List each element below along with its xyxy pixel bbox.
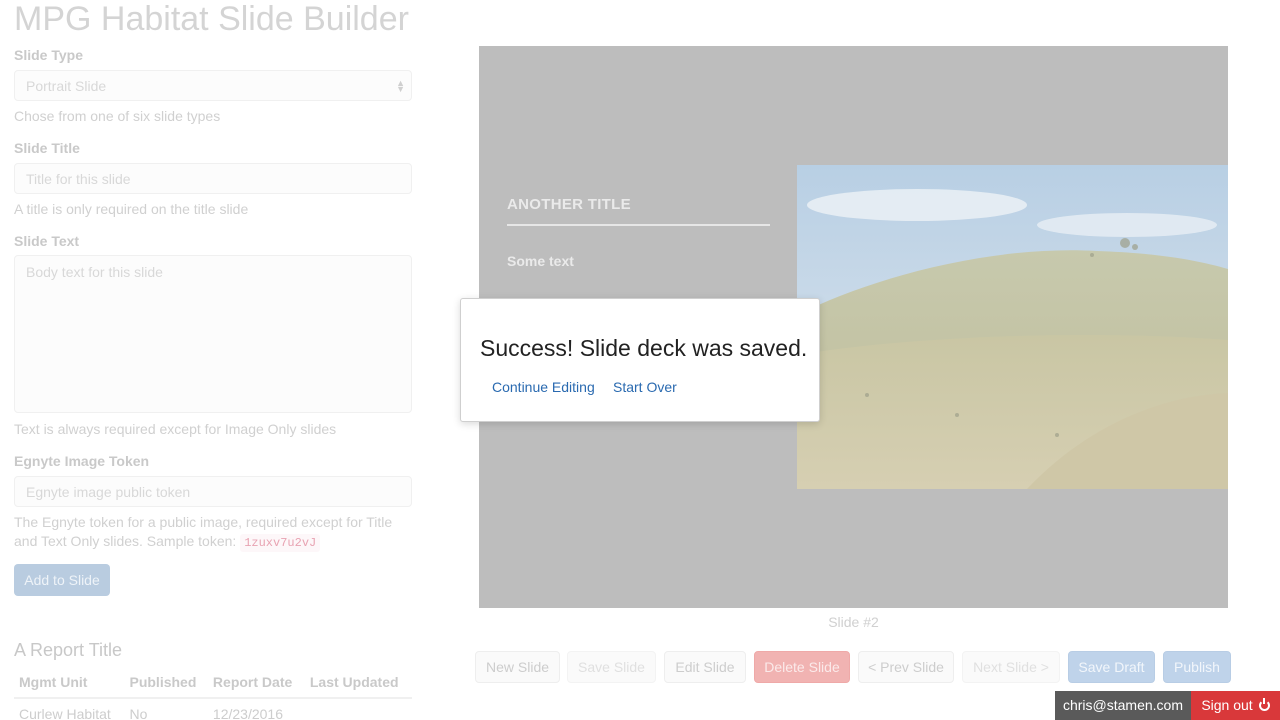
- slide-type-help: Chose from one of six slide types: [14, 108, 221, 124]
- image-token-help-text: The Egnyte token for a public image, req…: [14, 514, 393, 549]
- prev-slide-button[interactable]: < Prev Slide: [858, 651, 954, 683]
- image-token-label: Egnyte Image Token: [14, 453, 150, 469]
- success-message: Success! Slide deck was saved.: [480, 335, 808, 361]
- publish-button[interactable]: Publish: [1163, 651, 1231, 683]
- sign-out-button[interactable]: Sign out: [1191, 691, 1280, 720]
- column-header: Mgmt Unit: [14, 672, 125, 699]
- column-header: Published: [124, 672, 208, 699]
- sample-token: 1zuxv7u2vJ: [240, 534, 321, 552]
- edit-slide-button[interactable]: Edit Slide: [664, 651, 746, 683]
- slide-type-value: Portrait Slide: [26, 78, 107, 94]
- slide-title-help: A title is only required on the title sl…: [14, 201, 249, 217]
- table-cell: No: [129, 706, 148, 720]
- column-header: Report Date: [207, 672, 305, 699]
- slide-title: ANOTHER TITLE: [507, 196, 631, 213]
- report-title: A Report Title: [14, 640, 123, 660]
- image-token-help: The Egnyte token for a public image, req…: [14, 513, 414, 553]
- table-row[interactable]: Curlew Habitat No 12/23/2016: [14, 698, 412, 720]
- start-over-link[interactable]: Start Over: [613, 379, 677, 395]
- delete-slide-button[interactable]: Delete Slide: [754, 651, 850, 683]
- column-header: Last Updated: [304, 672, 412, 699]
- table-cell: 12/23/2016: [212, 706, 283, 720]
- app-title: MPG Habitat Slide Builder: [14, 0, 409, 38]
- table-cell: Curlew Habitat: [19, 706, 111, 720]
- slide-caption: Slide #2: [828, 614, 879, 630]
- continue-editing-link[interactable]: Continue Editing: [492, 379, 595, 395]
- slide-title-label: Slide Title: [14, 140, 80, 156]
- slide-type-select[interactable]: Portrait Slide ▲ ▼: [14, 70, 412, 101]
- success-dialog: Success! Slide deck was saved. Continue …: [460, 298, 820, 422]
- slide-title-input[interactable]: Title for this slide: [14, 163, 412, 194]
- new-slide-button[interactable]: New Slide: [475, 651, 560, 683]
- select-arrows-icon: ▲ ▼: [396, 78, 405, 94]
- sign-out-label: Sign out: [1201, 697, 1253, 713]
- table-cell: [305, 698, 412, 720]
- slide-body-text: Some text: [507, 253, 574, 269]
- slide-text-help: Text is always required except for Image…: [14, 421, 337, 437]
- add-to-slide-button[interactable]: Add to Slide: [14, 564, 110, 596]
- save-slide-button[interactable]: Save Slide: [567, 651, 656, 683]
- slide-text-textarea[interactable]: Body text for this slide: [14, 255, 412, 413]
- power-icon: [1258, 698, 1270, 711]
- image-token-input[interactable]: Egnyte image public token: [14, 476, 412, 507]
- user-email: chris@stamen.com: [1055, 691, 1191, 720]
- slide-title-rule: [507, 224, 770, 226]
- slide-landscape-image: [797, 165, 1228, 489]
- slide-type-label: Slide Type: [14, 47, 83, 63]
- slide-text-label: Slide Text: [14, 233, 80, 249]
- next-slide-button[interactable]: Next Slide >: [962, 651, 1060, 683]
- save-draft-button[interactable]: Save Draft: [1068, 651, 1155, 683]
- user-bar: chris@stamen.com Sign out: [1055, 691, 1280, 720]
- table-header-row: Mgmt Unit Published Report Date Last Upd…: [14, 672, 412, 699]
- report-table: Mgmt Unit Published Report Date Last Upd…: [14, 672, 412, 720]
